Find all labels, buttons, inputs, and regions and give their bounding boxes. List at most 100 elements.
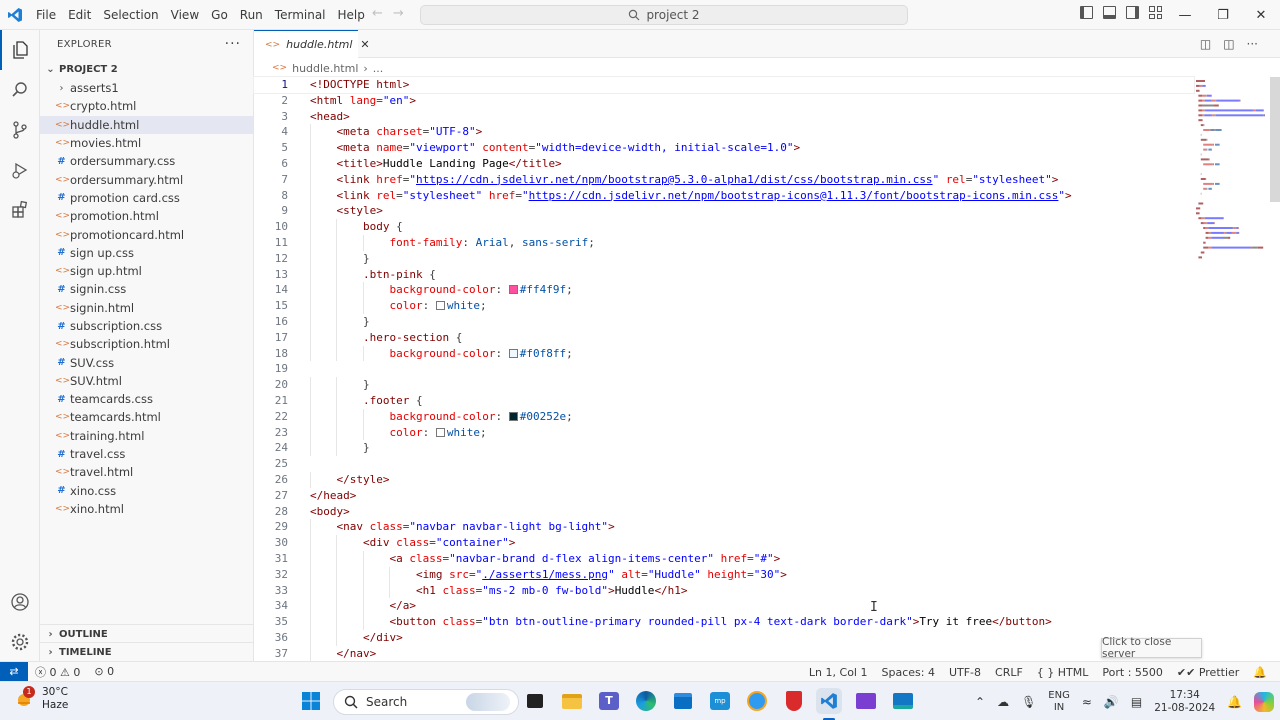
outline-section[interactable]: › OUTLINE [40, 624, 254, 644]
minimap[interactable] [1194, 77, 1270, 267]
back-arrow-icon[interactable]: ← [372, 6, 383, 21]
file-item[interactable]: # subscription.css [40, 317, 253, 335]
breadcrumb-more[interactable]: ... [373, 62, 384, 75]
task-view-icon[interactable] [522, 688, 548, 714]
more-actions-icon[interactable]: ··· [1247, 37, 1258, 51]
customize-layout-icon[interactable] [1149, 6, 1162, 19]
color-swatch-icon[interactable] [435, 427, 445, 437]
app-icon-teal[interactable] [890, 688, 916, 714]
file-item[interactable]: <> training.html [40, 427, 253, 445]
menu-go[interactable]: Go [205, 4, 234, 26]
file-item[interactable]: <> travel.html [40, 463, 253, 481]
menu-view[interactable]: View [165, 4, 205, 26]
run-debug-icon[interactable] [0, 150, 40, 190]
manage-gear-icon[interactable] [0, 622, 40, 662]
file-item[interactable]: # teamcards.css [40, 390, 253, 408]
open-preview-icon[interactable]: ◫ [1200, 37, 1211, 51]
close-tab-icon[interactable]: ✕ [360, 38, 369, 51]
file-item[interactable]: <> crypto.html [40, 97, 253, 115]
file-item[interactable]: › asserts1 [40, 79, 253, 97]
color-swatch-icon[interactable] [508, 285, 518, 295]
remote-indicator-icon[interactable]: ⇄ [0, 661, 28, 682]
file-item[interactable]: <> SUV.html [40, 372, 253, 390]
file-item[interactable]: # sign up.css [40, 244, 253, 262]
file-item[interactable]: <> promotioncard.html [40, 225, 253, 243]
problems-indicator[interactable]: ⓧ 0 ⚠ 0 [28, 664, 87, 680]
copilot-icon[interactable] [1254, 691, 1275, 712]
timeline-section[interactable]: › TIMELINE [40, 642, 254, 662]
toggle-panel-icon[interactable] [1103, 6, 1116, 19]
prettier-status[interactable]: ✔✔ Prettier [1170, 666, 1246, 679]
encoding[interactable]: UTF-8 [942, 666, 988, 679]
show-hidden-icons-chevron-up-icon[interactable]: ⌃ [975, 695, 985, 709]
app-icon-blue[interactable]: mp [707, 688, 733, 714]
file-item[interactable]: <> xino.html [40, 500, 253, 518]
wifi-icon[interactable]: ≈ [1082, 695, 1092, 709]
close-window-button[interactable]: ✕ [1242, 0, 1280, 30]
color-swatch-icon[interactable] [435, 301, 445, 311]
file-item[interactable]: # SUV.css [40, 353, 253, 371]
menu-run[interactable]: Run [234, 4, 269, 26]
menu-help[interactable]: Help [332, 4, 371, 26]
notifications-bell-icon[interactable]: 🔔 [1246, 666, 1274, 679]
code-editor[interactable]: 1 <!DOCTYPE html> 2 <html lang="en"> 3 <head>… [253, 76, 1195, 662]
clock[interactable]: 17:34 21-08-2024 [1154, 689, 1215, 715]
file-item[interactable]: # travel.css [40, 445, 253, 463]
vscode-taskbar-icon[interactable] [816, 688, 842, 714]
live-server-port[interactable]: Port : 5500 [1095, 666, 1170, 679]
menu-edit[interactable]: Edit [62, 4, 97, 26]
edge-browser-icon[interactable] [633, 688, 659, 714]
color-swatch-icon[interactable] [508, 411, 518, 421]
extensions-icon[interactable] [0, 190, 40, 230]
microsoft-store-icon[interactable] [670, 688, 696, 714]
toggle-secondary-sidebar-icon[interactable] [1126, 6, 1139, 19]
file-item[interactable]: <> huddle.html [40, 115, 253, 134]
microphone-icon[interactable]: 🎙 [1021, 695, 1036, 709]
vertical-scrollbar[interactable] [1270, 77, 1280, 202]
breadcrumb-file[interactable]: huddle.html [292, 62, 358, 75]
onedrive-cloud-icon[interactable]: ☁ [997, 695, 1009, 709]
battery-icon[interactable]: ▤ [1131, 695, 1142, 709]
security-shield-icon[interactable] [781, 688, 807, 714]
restore-button[interactable]: ❐ [1204, 0, 1242, 30]
teams-icon[interactable]: T [596, 688, 622, 714]
indentation[interactable]: Spaces: 4 [874, 666, 941, 679]
file-item[interactable]: # signin.css [40, 280, 253, 298]
file-item[interactable]: <> subscription.html [40, 335, 253, 353]
file-item[interactable]: <> teamcards.html [40, 408, 253, 426]
file-item[interactable]: <> movies.html [40, 134, 253, 152]
color-swatch-icon[interactable] [508, 348, 518, 358]
file-item[interactable]: # xino.css [40, 482, 253, 500]
command-center[interactable]: project 2 [420, 5, 908, 25]
project-folder-header[interactable]: ⌄ PROJECT 2 [40, 59, 253, 79]
minimize-button[interactable]: — [1166, 0, 1204, 30]
source-control-icon[interactable] [0, 110, 40, 150]
file-item[interactable]: # promotion card.css [40, 189, 253, 207]
start-windows-icon[interactable] [298, 688, 324, 714]
menu-terminal[interactable]: Terminal [269, 4, 332, 26]
file-item[interactable]: <> signin.html [40, 299, 253, 317]
explorer-icon[interactable] [0, 30, 40, 70]
file-item[interactable]: <> ordersummary.html [40, 170, 253, 188]
file-item[interactable]: <> promotion.html [40, 207, 253, 225]
file-item[interactable]: # ordersummary.css [40, 152, 253, 170]
taskbar-search[interactable]: Search [333, 689, 519, 715]
file-item[interactable]: <> sign up.html [40, 262, 253, 280]
chat-app-icon[interactable] [744, 688, 770, 714]
more-actions-icon[interactable]: ··· [225, 36, 241, 52]
clipchamp-icon[interactable] [853, 688, 879, 714]
end-of-line[interactable]: CRLF [988, 666, 1030, 679]
file-explorer-icon[interactable] [559, 688, 585, 714]
language-mode[interactable]: { } HTML [1030, 666, 1096, 679]
language-indicator[interactable]: ENG IN [1048, 690, 1070, 714]
menu-selection[interactable]: Selection [97, 4, 164, 26]
split-editor-icon[interactable]: ◫ [1223, 37, 1234, 51]
menu-file[interactable]: File [30, 4, 62, 26]
accounts-icon[interactable] [0, 582, 40, 622]
ports-indicator[interactable]: ⊙ 0 [87, 665, 121, 678]
notifications-bell-icon[interactable]: 🔔 [1227, 695, 1242, 709]
toggle-primary-sidebar-icon[interactable] [1080, 6, 1093, 19]
tab-huddle-html[interactable]: <> huddle.html ✕ [254, 30, 370, 58]
weather-widget[interactable]: 1 30°C Haze [14, 686, 68, 712]
volume-icon[interactable]: 🔊 [1104, 695, 1119, 709]
